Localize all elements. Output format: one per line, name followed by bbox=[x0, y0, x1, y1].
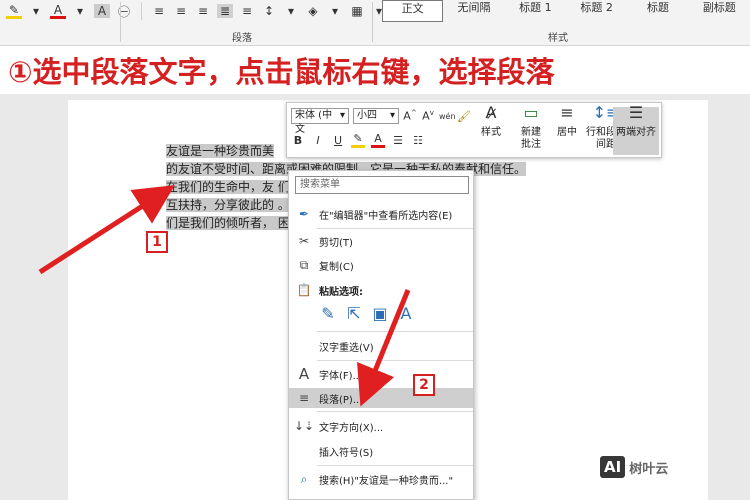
callout-badge-1: 1 bbox=[146, 231, 168, 253]
arrow-2 bbox=[357, 289, 411, 407]
callout-badge-2: 2 bbox=[413, 374, 435, 396]
annotation-arrows bbox=[38, 185, 411, 407]
arrow-1 bbox=[38, 185, 175, 275]
watermark-logo: AI bbox=[600, 456, 626, 478]
watermark-brand: 树叶云 bbox=[629, 461, 669, 477]
watermark: AI 树叶云 bbox=[600, 456, 668, 478]
